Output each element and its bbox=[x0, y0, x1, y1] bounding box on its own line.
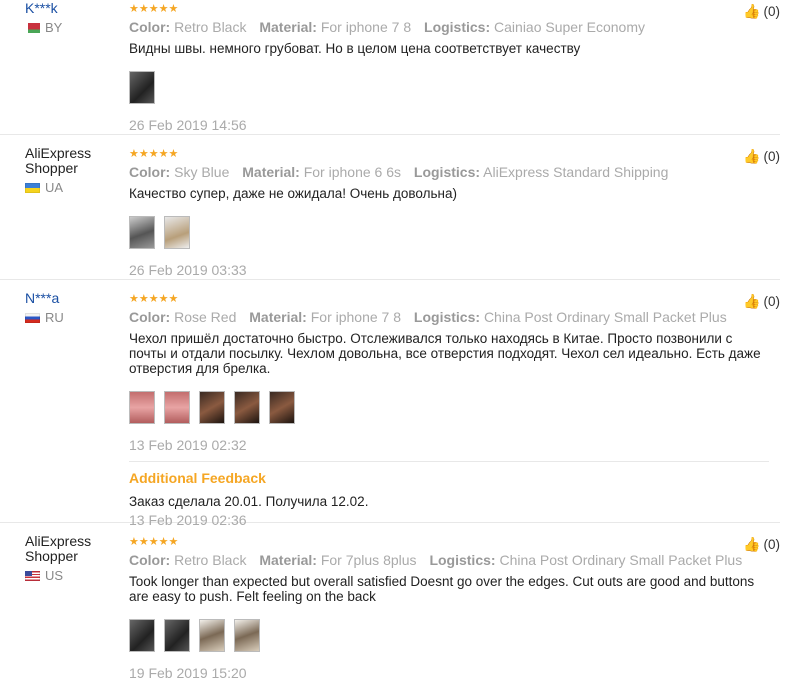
reviewer-info: AliExpress Shopper UA bbox=[25, 146, 125, 195]
like-button[interactable]: 👍 (0) bbox=[743, 148, 780, 165]
color-value: Rose Red bbox=[174, 309, 237, 325]
country-code: US bbox=[45, 568, 64, 583]
star-rating: ★★★★★ bbox=[129, 148, 179, 160]
review-text: Видны швы. немного грубоват. Но в целом … bbox=[129, 41, 581, 56]
review-item: AliExpress Shopper UA ★★★★★ Color: Sky B… bbox=[0, 135, 780, 280]
color-label: Color: bbox=[129, 164, 171, 180]
review-text: Took longer than expected but overall sa… bbox=[129, 574, 755, 604]
reviewer-country: US bbox=[25, 568, 125, 583]
order-info: Color: Rose Red Material: For iphone 7 8… bbox=[129, 309, 769, 325]
order-info: Color: Retro Black Material: For iphone … bbox=[129, 19, 769, 35]
reviewer-info: N***a RU bbox=[25, 291, 125, 325]
review-date: 13 Feb 2019 02:32 bbox=[129, 437, 247, 453]
reviewer-name[interactable]: AliExpress Shopper bbox=[25, 146, 125, 176]
additional-feedback-title: Additional Feedback bbox=[129, 470, 266, 486]
review-text: Качество супер, даже не ожидала! Очень д… bbox=[129, 186, 458, 201]
review-text: Чехол пришёл достаточно быстро. Отслежив… bbox=[129, 331, 761, 376]
logistics-label: Logistics: bbox=[413, 164, 481, 180]
review-photo[interactable] bbox=[129, 619, 155, 652]
color-value: Sky Blue bbox=[174, 164, 230, 180]
star-rating: ★★★★★ bbox=[129, 3, 179, 15]
review-photo[interactable] bbox=[199, 619, 225, 652]
color-label: Color: bbox=[129, 19, 171, 35]
review-date: 19 Feb 2019 15:20 bbox=[129, 665, 247, 681]
material-value: For iphone 7 8 bbox=[310, 309, 402, 325]
review-photo[interactable] bbox=[164, 391, 190, 424]
review-photo[interactable] bbox=[129, 391, 155, 424]
flag-by-icon bbox=[25, 22, 40, 33]
review-item: N***a RU ★★★★★ Color: Rose Red Material:… bbox=[0, 280, 780, 528]
thumbs-up-icon: 👍 bbox=[743, 148, 761, 164]
logistics-value: AliExpress Standard Shipping bbox=[483, 164, 669, 180]
flag-ru-icon bbox=[25, 312, 40, 323]
logistics-label: Logistics: bbox=[413, 309, 481, 325]
flag-ua-icon bbox=[25, 182, 40, 193]
logistics-label: Logistics: bbox=[424, 19, 491, 35]
additional-feedback-text: Заказ сделала 20.01. Получила 12.02. bbox=[129, 494, 369, 509]
review-photo[interactable] bbox=[234, 391, 260, 424]
review-body: ★★★★★ Color: Retro Black Material: For 7… bbox=[129, 537, 769, 681]
material-value: For iphone 6 6s bbox=[303, 164, 402, 180]
order-info: Color: Sky Blue Material: For iphone 6 6… bbox=[129, 164, 769, 180]
material-label: Material: bbox=[249, 309, 307, 325]
review-photos bbox=[129, 71, 769, 104]
country-code: RU bbox=[45, 310, 64, 325]
reviewer-name[interactable]: N***a bbox=[25, 291, 125, 306]
country-code: BY bbox=[45, 20, 63, 35]
review-date: 26 Feb 2019 03:33 bbox=[129, 262, 247, 278]
flag-us-icon bbox=[25, 570, 40, 581]
review-body: ★★★★★ Color: Sky Blue Material: For ipho… bbox=[129, 149, 769, 278]
color-label: Color: bbox=[129, 552, 171, 568]
logistics-value: China Post Ordinary Small Packet Plus bbox=[499, 552, 743, 568]
review-item: AliExpress Shopper US ★★★★★ Color: Retro… bbox=[0, 523, 780, 681]
review-body: ★★★★★ Color: Rose Red Material: For ipho… bbox=[129, 294, 769, 528]
like-count: (0) bbox=[763, 149, 781, 164]
material-value: For iphone 7 8 bbox=[320, 19, 412, 35]
reviewer-name[interactable]: K***k bbox=[25, 1, 125, 16]
color-value: Retro Black bbox=[174, 552, 247, 568]
star-rating: ★★★★★ bbox=[129, 293, 179, 305]
review-photos bbox=[129, 216, 769, 249]
review-photo[interactable] bbox=[164, 619, 190, 652]
thumbs-up-icon: 👍 bbox=[743, 3, 761, 19]
reviewer-name[interactable]: AliExpress Shopper bbox=[25, 534, 125, 564]
review-photo[interactable] bbox=[269, 391, 295, 424]
reviewer-info: K***k BY bbox=[25, 1, 125, 35]
reviewer-info: AliExpress Shopper US bbox=[25, 534, 125, 583]
review-photo[interactable] bbox=[234, 619, 260, 652]
color-value: Retro Black bbox=[174, 19, 247, 35]
logistics-value: China Post Ordinary Small Packet Plus bbox=[483, 309, 727, 325]
review-photos bbox=[129, 391, 769, 424]
like-count: (0) bbox=[763, 537, 781, 552]
review-photo[interactable] bbox=[199, 391, 225, 424]
thumbs-up-icon: 👍 bbox=[743, 536, 761, 552]
feedback-divider bbox=[129, 461, 769, 462]
color-label: Color: bbox=[129, 309, 171, 325]
review-date: 26 Feb 2019 14:56 bbox=[129, 117, 247, 133]
like-count: (0) bbox=[763, 294, 781, 309]
material-label: Material: bbox=[242, 164, 300, 180]
like-button[interactable]: 👍 (0) bbox=[743, 536, 780, 553]
review-photo[interactable] bbox=[129, 216, 155, 249]
star-rating: ★★★★★ bbox=[129, 536, 179, 548]
like-button[interactable]: 👍 (0) bbox=[743, 293, 780, 310]
review-body: ★★★★★ Color: Retro Black Material: For i… bbox=[129, 4, 769, 133]
reviewer-country: UA bbox=[25, 180, 125, 195]
country-code: UA bbox=[45, 180, 64, 195]
logistics-label: Logistics: bbox=[429, 552, 496, 568]
review-photos bbox=[129, 619, 769, 652]
material-label: Material: bbox=[259, 19, 317, 35]
thumbs-up-icon: 👍 bbox=[743, 293, 761, 309]
reviewer-country: BY bbox=[25, 20, 125, 35]
order-info: Color: Retro Black Material: For 7plus 8… bbox=[129, 552, 769, 568]
like-button[interactable]: 👍 (0) bbox=[743, 3, 780, 20]
review-photo[interactable] bbox=[129, 71, 155, 104]
material-label: Material: bbox=[259, 552, 317, 568]
like-count: (0) bbox=[763, 4, 781, 19]
logistics-value: Cainiao Super Economy bbox=[494, 19, 646, 35]
reviewer-country: RU bbox=[25, 310, 125, 325]
review-photo[interactable] bbox=[164, 216, 190, 249]
material-value: For 7plus 8plus bbox=[320, 552, 417, 568]
review-item: K***k BY ★★★★★ Color: Retro Black Materi… bbox=[0, 0, 780, 135]
